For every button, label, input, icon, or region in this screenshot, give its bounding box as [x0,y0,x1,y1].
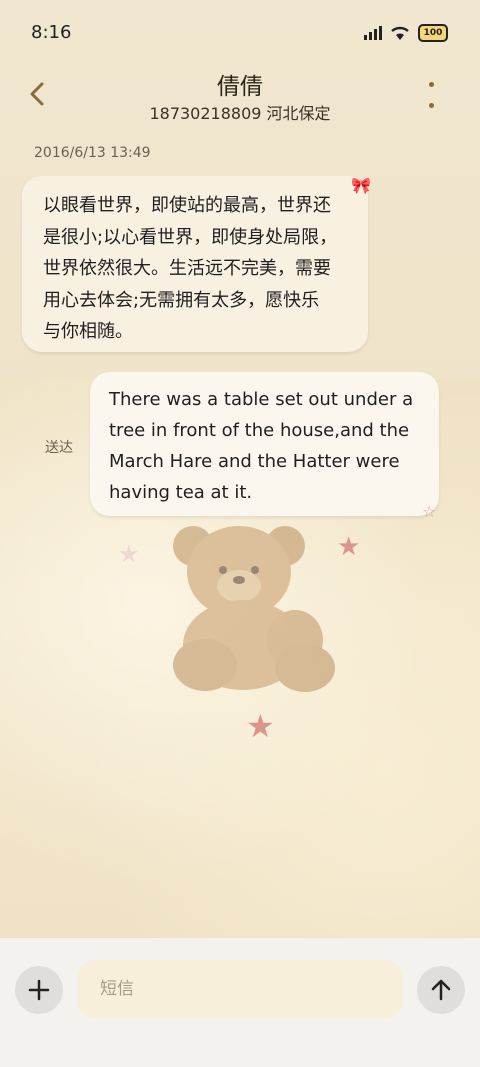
dot [428,103,434,108]
status-time: 8:16 [31,22,72,43]
delivered-status: 送达 [45,440,73,456]
signal-icon [364,26,382,40]
add-attachment-button[interactable] [15,966,63,1014]
status-icons: 100 [364,24,448,42]
message-line: 是很小;以心看世界，即使身处局限， [43,226,338,248]
message-line: 用心去体会;无需拥有太多，愿快乐 [43,289,320,311]
arrow-up-icon [431,979,451,1001]
wifi-icon [391,26,409,40]
outgoing-message-bubble[interactable]: There was a table set out under a tree i… [90,372,439,516]
plus-icon [28,979,50,1001]
more-options-button[interactable] [420,82,442,108]
send-button[interactable] [417,966,465,1014]
message-line: 世界依然很大。生活远不完美，需要 [43,258,331,279]
message-timestamp: 2016/6/13 13:49 [34,145,151,161]
message-line: 以眼看世界，即使站的最高，世界还 [43,195,331,216]
star-outline-icon: ☆ [422,502,437,521]
contact-number-location: 18730218809 河北保定 [149,104,331,123]
teddy-bear-decoration [173,526,335,692]
bow-decoration-icon: 🎀 [351,176,371,195]
star-decoration: ★ [337,532,361,562]
star-decoration: ★ [118,540,140,568]
star-decoration: ★ [246,707,275,745]
message-line: There was a table set out under a [109,389,414,410]
message-line: having tea at it. [109,482,253,503]
message-input[interactable] [77,960,403,1018]
message-line: March Hare and the Hatter were [109,451,400,472]
message-line: tree in front of the house,and the [109,420,410,441]
contact-name: 倩倩 [217,74,263,100]
dot [428,82,434,87]
incoming-message-bubble[interactable]: 以眼看世界，即使站的最高，世界还 是很小;以心看世界，即使身处局限， 世界依然很… [22,176,368,352]
message-line: 与你相随。 [43,321,133,342]
battery-icon: 100 [418,24,448,42]
